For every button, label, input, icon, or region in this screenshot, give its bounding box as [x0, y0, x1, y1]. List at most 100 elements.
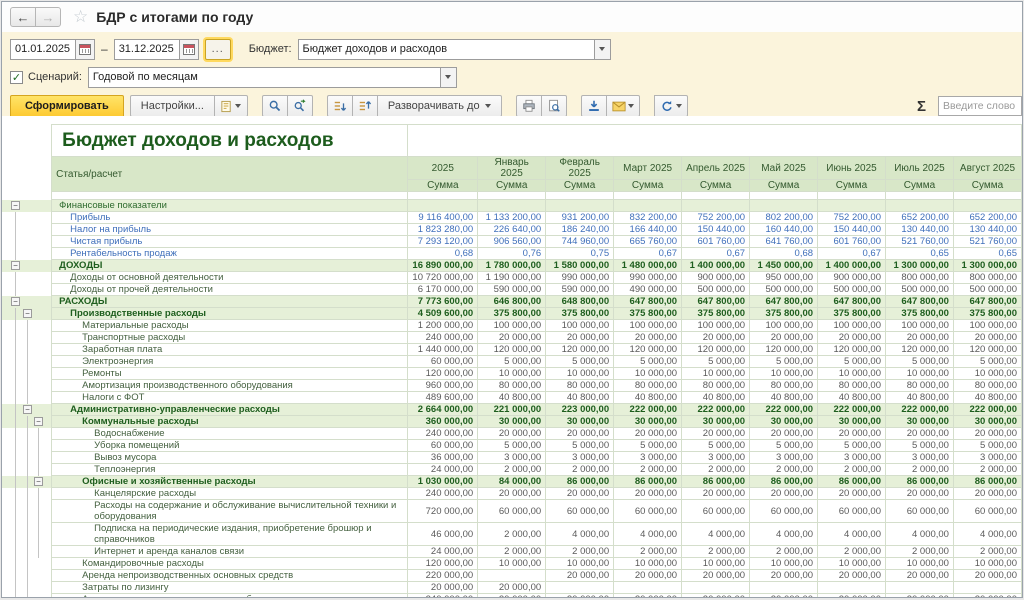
value-cell[interactable]: 652 200,00	[886, 212, 954, 224]
forward-button[interactable]: →	[35, 7, 61, 27]
column-header-period[interactable]: Апрель 2025	[682, 157, 750, 180]
value-cell[interactable]: 20 000,00	[818, 570, 886, 582]
value-cell[interactable]: 20 000,00	[750, 570, 818, 582]
value-cell[interactable]: 0,76	[478, 248, 546, 260]
value-cell[interactable]: 86 000,00	[614, 476, 682, 488]
value-cell[interactable]: 222 000,00	[614, 404, 682, 416]
value-cell[interactable]: 4 000,00	[818, 523, 886, 546]
value-cell[interactable]: 652 200,00	[953, 212, 1021, 224]
value-cell[interactable]: 84 000,00	[478, 476, 546, 488]
scenario-checkbox[interactable]: ✓	[10, 71, 23, 84]
value-cell[interactable]: 20 000,00	[682, 570, 750, 582]
value-cell[interactable]: 744 960,00	[546, 236, 614, 248]
value-cell[interactable]: 2 000,00	[546, 464, 614, 476]
article-cell[interactable]: Водоснабжение	[52, 428, 408, 440]
value-cell[interactable]: 10 000,00	[478, 558, 546, 570]
value-cell[interactable]: 240 000,00	[408, 428, 478, 440]
column-header-period[interactable]: Май 2025	[750, 157, 818, 180]
value-cell[interactable]: 1 300 000,00	[886, 260, 954, 272]
column-header-period[interactable]: 2025	[408, 157, 478, 180]
value-cell[interactable]: 86 000,00	[953, 476, 1021, 488]
value-cell[interactable]: 10 000,00	[682, 368, 750, 380]
value-cell[interactable]: 5 000,00	[546, 356, 614, 368]
value-cell[interactable]: 5 000,00	[886, 440, 954, 452]
value-cell[interactable]: 10 000,00	[614, 368, 682, 380]
value-cell[interactable]: 0,68	[408, 248, 478, 260]
value-cell[interactable]: 20 000,00	[886, 570, 954, 582]
value-cell[interactable]: 5 000,00	[886, 356, 954, 368]
value-cell[interactable]: 2 000,00	[614, 464, 682, 476]
column-header-article[interactable]: Статья/расчет	[52, 157, 408, 192]
value-cell[interactable]: 20 000,00	[886, 488, 954, 500]
value-cell[interactable]: 521 760,00	[886, 236, 954, 248]
column-subheader-sum[interactable]: Сумма	[614, 180, 682, 192]
column-subheader-sum[interactable]: Сумма	[478, 180, 546, 192]
value-cell[interactable]: 375 800,00	[682, 308, 750, 320]
value-cell[interactable]: 20 000,00	[614, 570, 682, 582]
value-cell[interactable]: 80 000,00	[546, 380, 614, 392]
value-cell[interactable]: 120 000,00	[546, 344, 614, 356]
value-cell[interactable]: 647 800,00	[818, 296, 886, 308]
print-preview-button[interactable]	[541, 95, 567, 117]
value-cell[interactable]: 20 000,00	[614, 594, 682, 598]
article-cell[interactable]: Затраты по лизингу	[52, 582, 408, 594]
value-cell[interactable]: 1 450 000,00	[750, 260, 818, 272]
value-cell[interactable]: 130 440,00	[886, 224, 954, 236]
value-cell[interactable]: 30 000,00	[546, 416, 614, 428]
value-cell[interactable]: 20 000,00	[478, 594, 546, 598]
value-cell[interactable]: 10 000,00	[818, 558, 886, 570]
value-cell[interactable]: 900 000,00	[682, 272, 750, 284]
value-cell[interactable]: 647 800,00	[750, 296, 818, 308]
value-cell[interactable]: 30 000,00	[818, 416, 886, 428]
value-cell[interactable]: 30 000,00	[682, 416, 750, 428]
value-cell[interactable]: 30 000,00	[614, 416, 682, 428]
generate-button[interactable]: Сформировать	[10, 95, 124, 118]
article-cell[interactable]: Расходы на содержание и обслуживание выч…	[52, 500, 408, 523]
value-cell[interactable]: 20 000,00	[953, 594, 1021, 598]
value-cell[interactable]: 1 030 000,00	[408, 476, 478, 488]
value-cell[interactable]: 990 000,00	[546, 272, 614, 284]
value-cell[interactable]: 100 000,00	[953, 320, 1021, 332]
value-cell[interactable]: 489 600,00	[408, 392, 478, 404]
value-cell[interactable]: 1 823 280,00	[408, 224, 478, 236]
value-cell[interactable]: 752 200,00	[682, 212, 750, 224]
article-cell[interactable]: Амортизация производственного оборудован…	[52, 380, 408, 392]
value-cell[interactable]: 4 509 600,00	[408, 308, 478, 320]
article-cell[interactable]: Вывоз мусора	[52, 452, 408, 464]
value-cell[interactable]: 30 000,00	[886, 416, 954, 428]
value-cell[interactable]: 10 000,00	[750, 368, 818, 380]
value-cell[interactable]: 240 000,00	[408, 488, 478, 500]
article-cell[interactable]: Материальные расходы	[52, 320, 408, 332]
value-cell[interactable]: 20 000,00	[546, 570, 614, 582]
value-cell[interactable]: 20 000,00	[953, 488, 1021, 500]
report-variants-button[interactable]	[214, 95, 248, 117]
value-cell[interactable]: 20 000,00	[546, 488, 614, 500]
value-cell[interactable]: 590 000,00	[546, 284, 614, 296]
value-cell[interactable]: 120 000,00	[682, 344, 750, 356]
value-cell[interactable]: 4 000,00	[614, 523, 682, 546]
value-cell[interactable]: 20 000,00	[614, 332, 682, 344]
value-cell[interactable]: 100 000,00	[750, 320, 818, 332]
value-cell[interactable]: 1 200 000,00	[408, 320, 478, 332]
value-cell[interactable]	[614, 200, 682, 212]
value-cell[interactable]: 931 200,00	[546, 212, 614, 224]
value-cell[interactable]: 120 000,00	[750, 344, 818, 356]
value-cell[interactable]: 375 800,00	[886, 308, 954, 320]
value-cell[interactable]: 20 000,00	[953, 428, 1021, 440]
scenario-dropdown-button[interactable]	[440, 67, 457, 88]
value-cell[interactable]: 1 190 000,00	[478, 272, 546, 284]
period-to-input[interactable]	[114, 39, 180, 60]
value-cell[interactable]: 3 000,00	[546, 452, 614, 464]
article-cell[interactable]: Коммунальные расходы	[52, 416, 408, 428]
value-cell[interactable]: 5 000,00	[818, 356, 886, 368]
value-cell[interactable]: 60 000,00	[408, 356, 478, 368]
value-cell[interactable]: 20 000,00	[818, 594, 886, 598]
value-cell[interactable]: 10 000,00	[886, 368, 954, 380]
collapse-group-icon[interactable]: −	[11, 297, 20, 306]
column-header-period[interactable]: Январь 2025	[478, 157, 546, 180]
collapse-group-icon[interactable]: −	[11, 201, 20, 210]
value-cell[interactable]: 1 400 000,00	[682, 260, 750, 272]
value-cell[interactable]: 20 000,00	[818, 332, 886, 344]
article-cell[interactable]: Производственные расходы	[52, 308, 408, 320]
value-cell[interactable]: 6 170 000,00	[408, 284, 478, 296]
